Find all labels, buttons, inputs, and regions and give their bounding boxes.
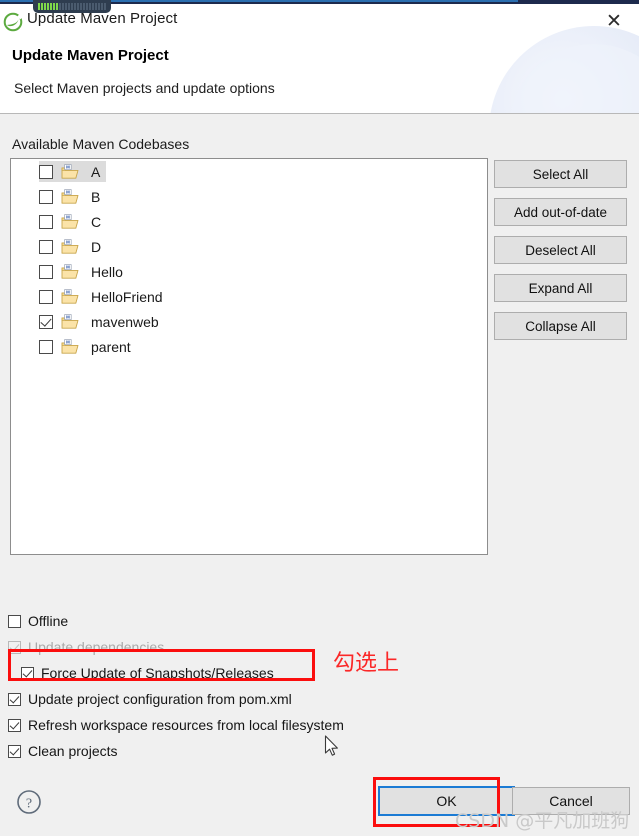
tree-item-label: A (91, 163, 101, 180)
svg-text:M: M (66, 214, 70, 219)
tree-action-buttons: Select All Add out-of-date Deselect All Exp… (494, 160, 627, 350)
tree-row-content: M HelloFriend (39, 286, 169, 307)
spring-leaf-icon (3, 12, 23, 32)
option-label: Refresh workspace resources from local f… (28, 717, 344, 733)
tree-item-label: mavenweb (91, 313, 159, 330)
help-icon[interactable]: ? (16, 789, 42, 815)
tree-row-content: Mmavenweb (39, 311, 165, 332)
tree-row[interactable]: Mparent (11, 334, 487, 359)
maven-folder-icon: M (61, 338, 85, 355)
maven-folder-icon: M (61, 188, 85, 205)
tree-row-content: M Hello (39, 261, 129, 282)
tree-item-label: D (91, 238, 102, 255)
tree-item-label: C (91, 213, 102, 230)
svg-text:?: ? (26, 797, 32, 812)
tree-item-checkbox[interactable] (39, 289, 53, 304)
ok-button[interactable]: OK (378, 786, 515, 816)
option-label: Offline (28, 613, 69, 629)
tree-row-content: MD (39, 236, 107, 257)
maven-folder-icon: M (61, 213, 85, 230)
option-checkbox[interactable] (8, 744, 21, 758)
svg-text:M: M (66, 239, 70, 244)
option-label: Update dependencies (28, 639, 165, 655)
tree-item-label: B (91, 188, 101, 205)
tree-item-checkbox[interactable] (39, 189, 53, 204)
option-row[interactable]: Force Update of Snapshots/Releases (8, 660, 628, 686)
tree-item-label: Hello (91, 263, 123, 280)
tree-row[interactable]: MC (11, 209, 487, 234)
update-maven-project-dialog: Update Maven Project ✕ Update Maven Proj… (0, 0, 639, 836)
tree-item-checkbox[interactable] (39, 314, 53, 329)
tree-row[interactable]: MD (11, 234, 487, 259)
dialog-body: Available Maven Codebases M A M B M C M D M Hello… (0, 114, 639, 775)
maven-folder-icon: M (61, 288, 85, 305)
dialog-header: Update Maven Project ✕ Update Maven Proj… (0, 4, 639, 114)
svg-text:M: M (66, 164, 70, 169)
maven-codebases-tree[interactable]: M A M B M C M D M Hello M HelloFriend Mmavenweb Mpare… (10, 158, 488, 555)
option-label: Force Update of Snapshots/Releases (41, 665, 274, 681)
svg-text:M: M (66, 339, 70, 344)
page-title: Update Maven Project (12, 47, 169, 64)
annotation-note-text: 勾选上 (333, 651, 400, 676)
option-checkbox[interactable] (8, 692, 21, 706)
add-out-of-date-button[interactable]: Add out-of-date (494, 198, 627, 226)
maven-folder-icon: M (61, 238, 85, 255)
tree-item-label: HelloFriend (91, 288, 163, 305)
tree-row[interactable]: M Hello (11, 259, 487, 284)
option-checkbox[interactable] (8, 614, 21, 628)
svg-text:M: M (66, 189, 70, 194)
tree-row-content: MA (39, 161, 107, 182)
cancel-button[interactable]: Cancel (512, 787, 630, 815)
tree-item-checkbox[interactable] (39, 264, 53, 279)
tree-row[interactable]: MB (11, 184, 487, 209)
expand-all-button[interactable]: Expand All (494, 274, 627, 302)
svg-text:M: M (66, 314, 70, 319)
system-monitor-widget-overlay (33, 0, 111, 13)
maven-folder-icon: M (61, 313, 85, 330)
tree-row[interactable]: MA (11, 159, 487, 184)
tree-row[interactable]: M HelloFriend (11, 284, 487, 309)
select-all-button[interactable]: Select All (494, 160, 627, 188)
tree-row-content: MC (39, 211, 107, 232)
option-checkbox[interactable] (8, 718, 21, 732)
option-label: Update project configuration from pom.xm… (28, 691, 292, 707)
update-options-group: Offline Update dependencies Force Update o… (8, 608, 628, 764)
deselect-all-button[interactable]: Deselect All (494, 236, 627, 264)
collapse-all-button[interactable]: Collapse All (494, 312, 627, 340)
page-subtitle: Select Maven projects and update options (14, 80, 275, 96)
tree-item-checkbox[interactable] (39, 239, 53, 254)
tree-item-checkbox[interactable] (39, 164, 53, 179)
tree-row-content: Mparent (39, 336, 137, 357)
monitor-bars-icon (38, 3, 106, 10)
tree-item-checkbox[interactable] (39, 339, 53, 354)
maven-folder-icon: M (61, 263, 85, 280)
tree-item-checkbox[interactable] (39, 214, 53, 229)
svg-text:M: M (66, 289, 70, 294)
tree-row[interactable]: Mmavenweb (11, 309, 487, 334)
option-row[interactable]: Update project configuration from pom.xm… (8, 686, 628, 712)
available-codebases-label: Available Maven Codebases (12, 136, 190, 152)
tree-row-content: MB (39, 186, 106, 207)
option-checkbox[interactable] (21, 666, 34, 680)
option-checkbox (8, 640, 21, 654)
option-row[interactable]: Clean projects (8, 738, 628, 764)
close-icon[interactable]: ✕ (601, 9, 627, 33)
tree-item-label: parent (91, 338, 131, 355)
option-row: Update dependencies (8, 634, 628, 660)
svg-text:M: M (66, 264, 70, 269)
option-row[interactable]: Refresh workspace resources from local f… (8, 712, 628, 738)
option-row[interactable]: Offline (8, 608, 628, 634)
maven-folder-icon: M (61, 163, 85, 180)
option-label: Clean projects (28, 743, 118, 759)
